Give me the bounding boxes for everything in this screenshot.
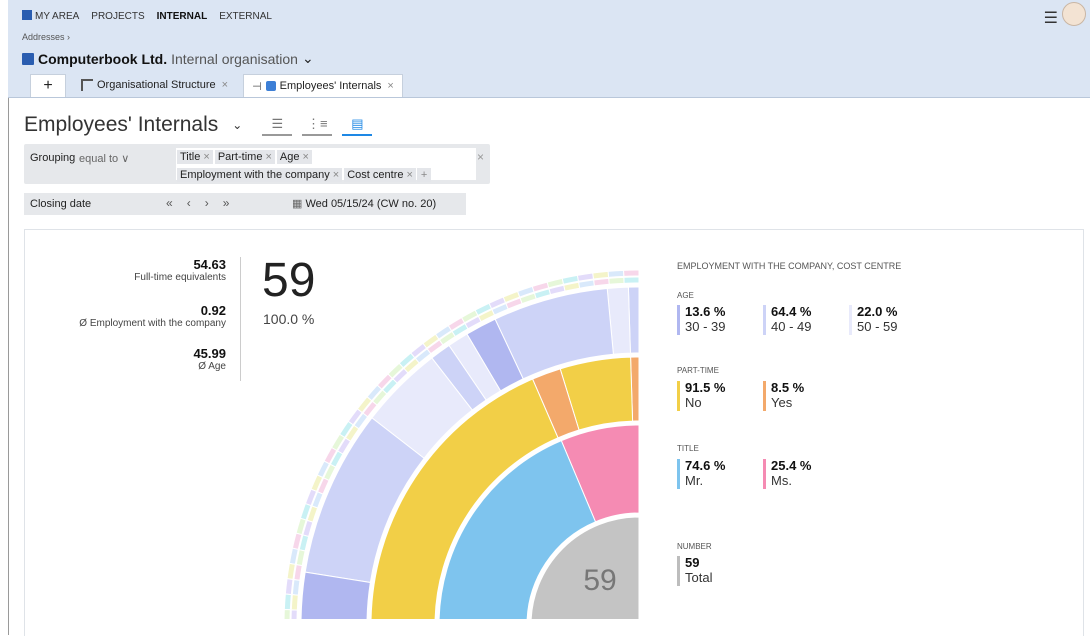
legend-item[interactable]: 59 Total [677,555,713,586]
outer-segment[interactable] [284,578,294,596]
legend-item[interactable]: 91.5 % No [677,380,726,411]
legend-label: 50 - 59 [857,319,898,334]
legend-item[interactable]: 25.4 % Ms. [763,458,812,489]
outer-segment[interactable] [622,269,639,277]
outer-segment[interactable] [283,608,291,625]
legend-swatch [763,459,766,489]
legend-label: 40 - 49 [771,319,812,334]
legend-label: Mr. [685,473,704,488]
legend-age: AGE [677,291,694,300]
legend-swatch [849,305,852,335]
outer-segment[interactable] [290,594,299,611]
legend-pct: 91.5 % [685,380,726,395]
center-label: 59 [583,564,616,597]
legend-label: Total [685,570,713,585]
legend-item[interactable]: 22.0 % 50 - 59 [849,304,898,335]
sunburst-chart[interactable]: 59 [0,0,1090,635]
legend-item[interactable]: 64.4 % 40 - 49 [763,304,812,335]
legend-swatch [763,381,766,411]
chart-legend-header: EMPLOYMENT WITH THE COMPANY, COST CENTRE [677,261,902,271]
legend-item[interactable]: 13.6 % 30 - 39 [677,304,726,335]
legend-pct: 8.5 % [771,380,805,395]
outer-segment[interactable] [283,593,292,611]
legend-swatch [677,459,680,489]
outer-segment[interactable] [593,277,610,287]
legend-swatch [677,381,680,411]
legend-item[interactable]: 8.5 % Yes [763,380,805,411]
legend-pct: 64.4 % [771,304,812,319]
legend-label: Ms. [771,473,792,488]
legend-label: Yes [771,395,793,410]
outer-segment[interactable] [290,609,298,625]
legend-title: TITLE [677,444,699,453]
legend-swatch [677,556,680,586]
legend-number: NUMBER [677,542,712,551]
legend-item[interactable]: 74.6 % Mr. [677,458,726,489]
outer-segment[interactable] [592,270,610,280]
legend-pct: 13.6 % [685,304,726,319]
legend-parttime: PART-TIME [677,366,719,375]
legend-label: No [685,395,702,410]
legend-pct: 22.0 % [857,304,898,319]
legend-pct: 25.4 % [771,458,812,473]
legend-pct: 59 [685,555,700,570]
legend-pct: 74.6 % [685,458,726,473]
outer-segment[interactable] [608,276,625,285]
outer-segment[interactable] [623,276,639,284]
outer-segment[interactable] [291,579,301,596]
legend-swatch [763,305,766,335]
outer-segment[interactable] [607,269,625,278]
legend-swatch [677,305,680,335]
legend-label: 30 - 39 [685,319,726,334]
